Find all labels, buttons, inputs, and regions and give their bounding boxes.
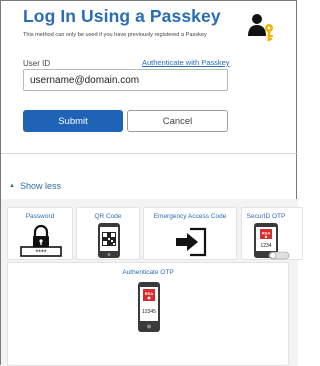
method-label-password: Password [25, 213, 55, 220]
method-label-qr-code: QR Code [94, 213, 122, 220]
user-key-icon [248, 14, 273, 41]
phone-rsa-toggle-icon: RSA 1234 [254, 223, 290, 260]
page-subtitle: This method can only be used if you have… [23, 32, 207, 38]
method-card-qr-code[interactable]: QR Code [76, 207, 140, 260]
method-label-emergency-access-code: Emergency Access Code [153, 213, 227, 220]
submit-button[interactable]: Submit [23, 110, 123, 132]
phone-qr-icon [98, 223, 120, 258]
auth-methods-panel: Password **** QR Code Emergency Access C… [1, 199, 303, 366]
user-id-input[interactable] [23, 69, 228, 91]
padlock-icon: **** [20, 224, 62, 257]
show-less-toggle[interactable]: ▲ Show less [9, 181, 61, 191]
cancel-button[interactable]: Cancel [127, 110, 228, 132]
rsa-badge: RSA [145, 291, 154, 296]
otp-code: 12345 [142, 309, 156, 315]
user-id-label: User ID [23, 59, 51, 68]
method-card-password[interactable]: Password **** [7, 207, 73, 260]
authenticate-with-passkey-link[interactable]: Authenticate with Passkey [142, 58, 230, 67]
svg-text:****: **** [36, 250, 47, 257]
phone-rsa-icon: RSA 12345 [138, 282, 160, 332]
method-label-securid-otp: SecurID OTP [246, 213, 286, 220]
method-label-authenticate-otp: Authenticate OTP [122, 269, 174, 276]
arrow-into-box-icon [176, 227, 207, 257]
method-card-authenticate-otp[interactable]: Authenticate OTP RSA 12345 [7, 262, 289, 366]
show-less-label: Show less [19, 181, 61, 191]
rsa-badge: RSA [262, 231, 271, 236]
login-panel: Log In Using a Passkey This method can o… [0, 0, 303, 366]
otp-code: 1234 [260, 243, 271, 249]
method-card-securid-otp[interactable]: SecurID OTP RSA 1234 [241, 207, 303, 260]
method-card-emergency-access-code[interactable]: Emergency Access Code [143, 207, 237, 260]
section-divider [1, 153, 298, 154]
page-title: Log In Using a Passkey [23, 6, 221, 26]
caret-up-icon: ▲ [9, 183, 15, 189]
